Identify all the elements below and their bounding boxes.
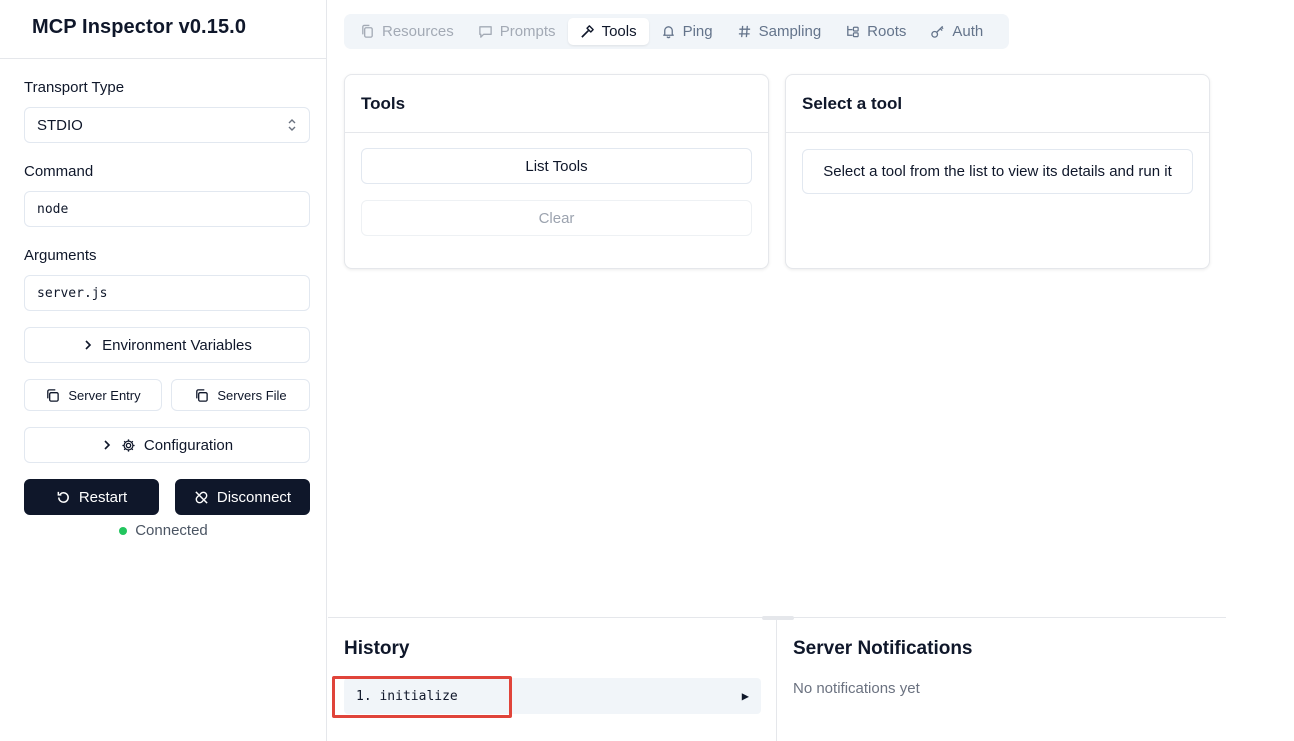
- history-panel: History 1. initialize ▶: [328, 618, 777, 741]
- disconnect-label: Disconnect: [216, 488, 292, 506]
- chevron-right-icon: [101, 439, 113, 451]
- tab-roots-label: Roots: [867, 23, 907, 40]
- servers-file-button[interactable]: Servers File: [171, 379, 310, 411]
- no-notifications-text: No notifications yet: [793, 680, 920, 697]
- configuration-label: Configuration: [143, 436, 234, 454]
- tab-tools[interactable]: Tools: [567, 18, 649, 45]
- server-entry-button[interactable]: Server Entry: [24, 379, 162, 411]
- tools-card-title: Tools: [345, 75, 768, 133]
- copy-icon: [194, 388, 209, 403]
- server-notifications-panel: Server Notifications No notifications ye…: [777, 618, 1226, 741]
- tab-auth-label: Auth: [952, 23, 984, 40]
- unplug-icon: [194, 490, 209, 505]
- arguments-input[interactable]: server.js: [24, 275, 310, 311]
- transport-type-value: STDIO: [37, 116, 83, 134]
- rotate-ccw-icon: [56, 490, 71, 505]
- list-tools-button[interactable]: List Tools: [361, 148, 752, 184]
- play-icon[interactable]: ▶: [742, 689, 749, 703]
- restart-label: Restart: [78, 488, 128, 506]
- hammer-icon: [580, 24, 595, 39]
- server-entry-label: Server Entry: [68, 387, 141, 403]
- tab-auth[interactable]: Auth: [918, 18, 995, 45]
- sidebar-header: MCP Inspector v0.15.0: [0, 0, 326, 59]
- file-copy-icon: [360, 24, 375, 39]
- app-root: MCP Inspector v0.15.0 Transport Type STD…: [0, 0, 1294, 741]
- tab-ping[interactable]: Ping: [649, 18, 725, 45]
- command-input[interactable]: node: [24, 191, 310, 227]
- tab-sampling-label: Sampling: [758, 23, 822, 40]
- tab-roots[interactable]: Roots: [833, 18, 918, 45]
- chevron-up-down-icon: [287, 118, 297, 132]
- connection-status: Connected: [0, 522, 327, 539]
- tab-ping-label: Ping: [682, 23, 713, 40]
- arguments-value: server.js: [37, 285, 108, 301]
- history-item[interactable]: 1. initialize ▶: [344, 678, 761, 714]
- tab-resources[interactable]: Resources: [348, 18, 466, 45]
- tools-card: Tools List Tools Clear: [344, 74, 769, 269]
- status-dot: [119, 526, 128, 535]
- arguments-label: Arguments: [24, 247, 97, 264]
- list-tools-label: List Tools: [525, 157, 588, 175]
- message-icon: [478, 24, 493, 39]
- restart-button[interactable]: Restart: [24, 479, 159, 515]
- bell-icon: [661, 24, 676, 39]
- select-tool-message-box: Select a tool from the list to view its …: [802, 149, 1193, 194]
- tab-tools-label: Tools: [601, 23, 637, 40]
- gear-icon: [121, 438, 136, 453]
- copy-icon: [45, 388, 60, 403]
- tab-resources-label: Resources: [382, 23, 454, 40]
- status-text: Connected: [135, 522, 208, 539]
- environment-variables-button[interactable]: Environment Variables: [24, 327, 310, 363]
- chevron-right-icon: [82, 339, 94, 351]
- tab-prompts[interactable]: Prompts: [466, 18, 568, 45]
- bottom-panels: History 1. initialize ▶ Server Notificat…: [328, 616, 1226, 741]
- servers-file-label: Servers File: [217, 387, 287, 403]
- command-value: node: [37, 201, 69, 217]
- app-title: MCP Inspector v0.15.0: [32, 16, 247, 38]
- tree-icon: [845, 24, 860, 39]
- key-icon: [930, 24, 945, 39]
- sidebar: MCP Inspector v0.15.0 Transport Type STD…: [0, 0, 327, 741]
- history-title: History: [344, 638, 410, 659]
- environment-variables-label: Environment Variables: [102, 336, 252, 354]
- disconnect-button[interactable]: Disconnect: [175, 479, 310, 515]
- select-tool-card: Select a tool Select a tool from the lis…: [785, 74, 1210, 269]
- hash-icon: [737, 24, 752, 39]
- history-item-text: 1. initialize: [356, 688, 458, 704]
- select-tool-title: Select a tool: [786, 75, 1209, 133]
- clear-button[interactable]: Clear: [361, 200, 752, 236]
- command-label: Command: [24, 163, 94, 180]
- tab-bar: Resources Prompts Tools Ping Sampling Ro…: [344, 14, 1009, 49]
- configuration-button[interactable]: Configuration: [24, 427, 310, 463]
- clear-label: Clear: [538, 209, 575, 227]
- transport-type-label: Transport Type: [24, 79, 125, 96]
- tab-sampling[interactable]: Sampling: [725, 18, 834, 45]
- tab-prompts-label: Prompts: [499, 23, 556, 40]
- select-tool-message: Select a tool from the list to view its …: [823, 163, 1172, 180]
- transport-type-select[interactable]: STDIO: [24, 107, 310, 143]
- server-notifications-title: Server Notifications: [793, 638, 973, 659]
